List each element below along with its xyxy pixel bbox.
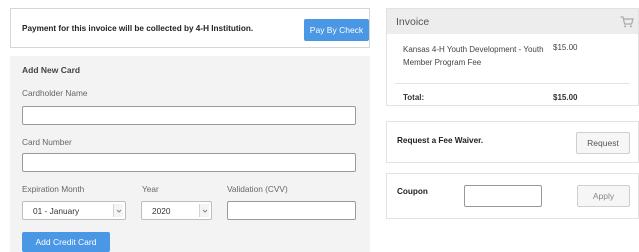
year-select[interactable]: 2020 [141, 201, 212, 220]
invoice-item-name: Kansas 4-H Youth Development - Youth Mem… [403, 45, 544, 67]
add-credit-card-button[interactable]: Add Credit Card [22, 232, 110, 252]
year-label: Year [142, 184, 159, 194]
request-waiver-button[interactable]: Request [576, 132, 630, 154]
card-number-label: Card Number [22, 137, 72, 147]
invoice-total-label: Total: [403, 93, 425, 102]
shopping-cart-icon [620, 15, 634, 33]
add-card-title: Add New Card [22, 65, 81, 75]
invoice-divider [395, 83, 630, 84]
cardholder-name-label: Cardholder Name [22, 88, 88, 98]
payment-notice-message: Payment for this invoice will be collect… [22, 24, 254, 33]
coupon-panel: Coupon Apply [386, 173, 639, 219]
apply-coupon-button[interactable]: Apply [577, 185, 630, 207]
invoice-panel: Invoice Kansas 4-H Youth Development - Y… [386, 8, 639, 106]
coupon-label: Coupon [397, 187, 428, 196]
pay-by-check-button[interactable]: Pay By Check [304, 19, 369, 41]
cvv-label: Validation (CVV) [227, 184, 288, 194]
cvv-input[interactable] [227, 201, 356, 220]
fee-waiver-label: Request a Fee Waiver. [397, 136, 484, 145]
expiration-month-value: 01 - January [33, 205, 80, 216]
expiration-month-label: Expiration Month [22, 184, 85, 194]
cardholder-name-input[interactable] [22, 106, 356, 125]
expiration-month-select[interactable]: 01 - January [22, 201, 126, 220]
fee-waiver-panel: Request a Fee Waiver. Request [386, 121, 639, 163]
coupon-input[interactable] [464, 185, 542, 207]
chevron-down-icon [113, 204, 123, 217]
invoice-title: Invoice [396, 16, 430, 28]
add-card-panel: Add New Card Cardholder Name Card Number… [10, 56, 370, 252]
invoice-item-price: $15.00 [553, 43, 578, 52]
year-value: 2020 [152, 205, 171, 216]
card-number-input[interactable] [22, 153, 356, 172]
invoice-header: Invoice [387, 9, 638, 34]
chevron-down-icon [199, 204, 209, 217]
payment-notice-panel: Payment for this invoice will be collect… [10, 8, 370, 48]
invoice-total-value: $15.00 [553, 93, 578, 102]
